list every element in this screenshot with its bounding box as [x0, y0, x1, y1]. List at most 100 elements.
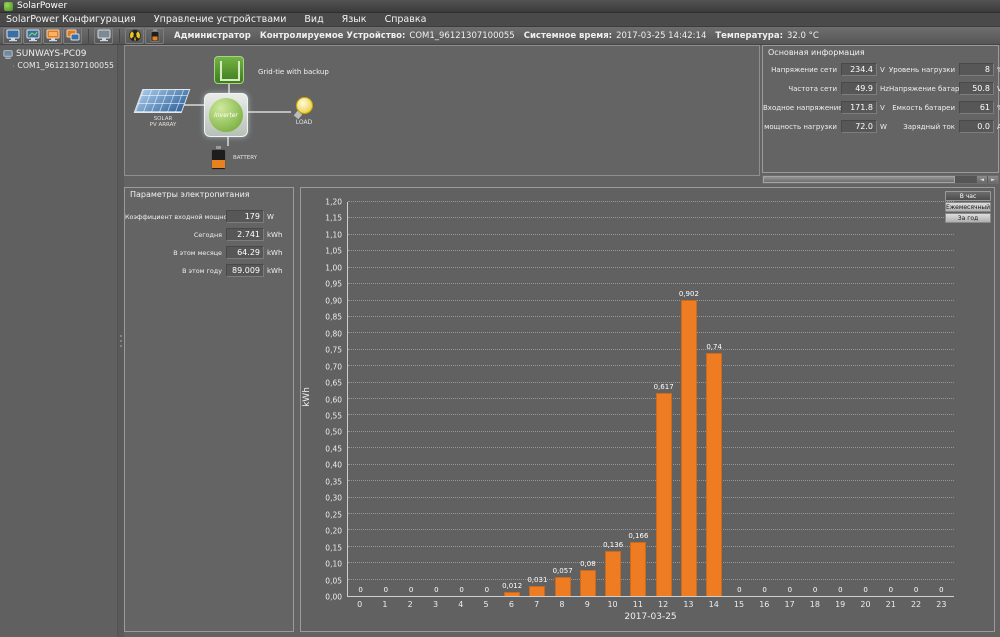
bar-slot: 0,08: [575, 202, 600, 596]
chart-range-button-hourly[interactable]: В час: [945, 191, 991, 201]
x-tick-label: 13: [676, 600, 701, 609]
wire-grid-inverter: [228, 84, 230, 93]
field-label: мощность нагрузки: [763, 123, 841, 131]
panel-button[interactable]: [94, 28, 113, 44]
scrollbar-thumb[interactable]: [763, 176, 955, 183]
power-parameters-title: Параметры электропитания: [125, 188, 293, 199]
y-axis-ticks: 0,000,050,100,150,200,250,300,350,400,45…: [301, 202, 345, 597]
field-unit: V: [877, 66, 889, 74]
menu-bar: SolarPower Конфигурация Управление устро…: [0, 13, 1000, 27]
y-tick-label: 0,55: [325, 411, 342, 420]
monitor-chart-icon: [26, 29, 40, 42]
x-tick-label: 7: [524, 600, 549, 609]
grid-icon: [214, 56, 244, 84]
chart-bar: [529, 586, 545, 596]
field-label: В этом году: [125, 267, 226, 275]
pylon-glyph: [220, 61, 240, 81]
chart-bar: [630, 542, 646, 597]
bar-value-label: 0: [863, 586, 867, 594]
bar-value-label: 0: [358, 586, 362, 594]
pv-input-power-value: 179: [226, 210, 264, 223]
field-unit: V: [877, 104, 889, 112]
monitor-button[interactable]: [3, 28, 22, 44]
device-sync-button[interactable]: [63, 28, 82, 44]
alarm-button[interactable]: [125, 28, 144, 44]
bar-slot: 0,617: [651, 202, 676, 596]
y-tick-label: 0,90: [325, 296, 342, 305]
x-tick-label: 22: [903, 600, 928, 609]
menu-device-management[interactable]: Управление устройствами: [154, 14, 287, 25]
radiation-icon: [128, 29, 142, 42]
load-node: LOAD: [291, 96, 317, 128]
splitter-dot: [120, 345, 122, 347]
bar-value-label: 0,057: [553, 567, 573, 575]
bar-value-label: 0: [762, 586, 766, 594]
system-diagram-panel: Grid-tie with backup SOLAR PV ARRAY Inve…: [124, 45, 760, 176]
battery-band: [212, 160, 225, 168]
bar-value-label: 0: [459, 586, 463, 594]
x-tick-label: 4: [448, 600, 473, 609]
wire-inverter-battery: [227, 137, 229, 146]
splitter-dot: [120, 340, 122, 342]
bar-slot: 0,031: [525, 202, 550, 596]
bar-value-label: 0: [838, 586, 842, 594]
x-tick-label: 19: [828, 600, 853, 609]
y-tick-label: 0,75: [325, 346, 342, 355]
inverter-icon: Inverter: [209, 98, 243, 132]
bar-value-label: 0,902: [679, 290, 699, 298]
scroll-left-button[interactable]: ◄: [976, 176, 987, 183]
power-parameters-grid: Коэффициент входной мощности PV 179 W Се…: [125, 210, 293, 277]
splitter-dot: [120, 335, 122, 337]
y-tick-label: 1,20: [325, 198, 342, 207]
chart-bar: [555, 577, 571, 596]
scrollbar-track[interactable]: [955, 176, 976, 183]
x-tick-label: 11: [625, 600, 650, 609]
menu-language[interactable]: Язык: [342, 14, 367, 25]
pv-input-voltage-value: 171.8: [841, 101, 877, 114]
y-tick-label: 0,00: [325, 593, 342, 602]
device-config-button[interactable]: [43, 28, 62, 44]
chart-range-button-yearly[interactable]: За год: [945, 213, 991, 223]
y-tick-label: 0,05: [325, 576, 342, 585]
wire-inverter-load: [248, 111, 291, 113]
x-tick-label: 21: [878, 600, 903, 609]
menu-configuration[interactable]: SolarPower Конфигурация: [6, 14, 136, 25]
tree-item-root[interactable]: SUNWAYS-PC09: [0, 48, 117, 60]
field-unit: %: [994, 66, 1000, 74]
bar-value-label: 0,617: [654, 383, 674, 391]
tree-item-device[interactable]: COM1_96121307100055: [0, 60, 117, 71]
bar-slot: 0: [777, 202, 802, 596]
menu-view[interactable]: Вид: [304, 14, 323, 25]
chart-range-buttons: В час Ежемесячный За год: [945, 191, 991, 223]
field-label: Уровень нагрузки: [889, 66, 959, 74]
bar-slot: 0: [878, 202, 903, 596]
x-tick-label: 12: [651, 600, 676, 609]
basic-info-grid: Напряжение сети 234.4 V Уровень нагрузки…: [763, 57, 998, 133]
monitor-chart-button[interactable]: [23, 28, 42, 44]
bar-slot: 0: [929, 202, 954, 596]
chart-bar: [580, 570, 596, 596]
field-unit: W: [264, 213, 291, 221]
y-tick-label: 0,10: [325, 560, 342, 569]
bar-value-label: 0: [737, 586, 741, 594]
battery-log-button[interactable]: [145, 28, 164, 44]
y-tick-label: 0,35: [325, 477, 342, 486]
bar-value-label: 0: [813, 586, 817, 594]
chart-range-button-monthly[interactable]: Ежемесячный: [945, 202, 991, 212]
horizontal-scrollbar[interactable]: ◄ ►: [762, 175, 999, 184]
bar-value-label: 0,166: [628, 532, 648, 540]
y-tick-label: 0,25: [325, 510, 342, 519]
battery-node: BATTERY: [209, 146, 228, 171]
x-tick-label: 5: [473, 600, 498, 609]
monitor-icon: [6, 29, 20, 42]
battery-icon: [148, 29, 162, 42]
bar-slot: 0: [904, 202, 929, 596]
bar-slot: 0,74: [702, 202, 727, 596]
chart-plot: 0000000,0120,0310,0570,080,1360,1660,617…: [347, 202, 954, 597]
status-time-value: 2017-03-25 14:42:14: [616, 31, 706, 41]
bar-value-label: 0,08: [580, 560, 596, 568]
scroll-right-button[interactable]: ►: [987, 176, 998, 183]
window-title: SolarPower: [17, 1, 67, 11]
field-label: Напряжение батареи: [889, 85, 959, 93]
menu-help[interactable]: Справка: [385, 14, 427, 25]
